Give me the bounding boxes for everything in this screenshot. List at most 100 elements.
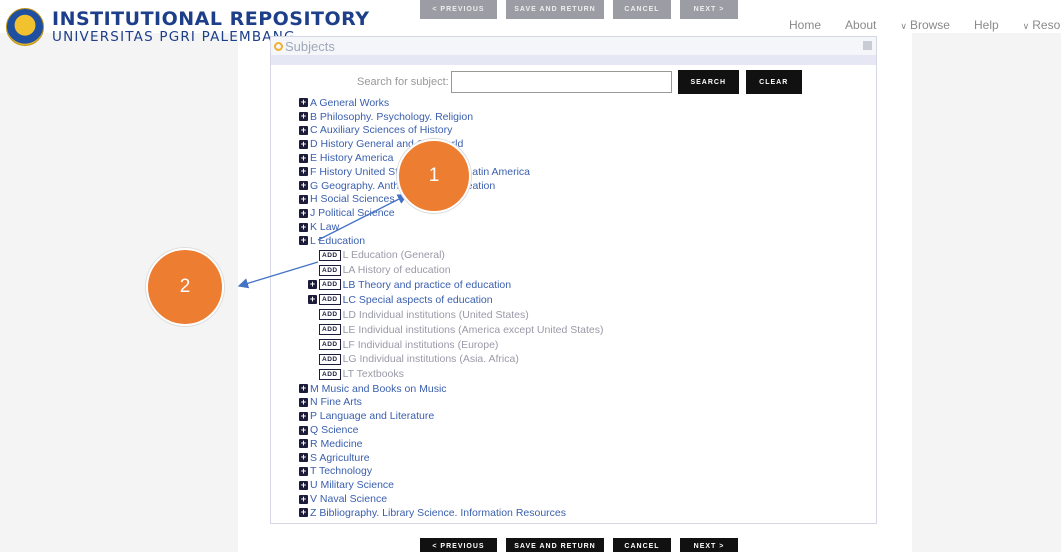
subject-child-row: ADD LG Individual institutions (Asia. Afr… — [299, 352, 603, 367]
expand-icon[interactable]: + — [299, 181, 308, 191]
subject-child-label: LA History of education — [342, 264, 451, 277]
nav-item[interactable]: About — [845, 18, 876, 32]
subject-link[interactable]: P Language and Literature — [310, 410, 434, 422]
nav-item[interactable]: ∨Resour — [1023, 18, 1061, 32]
add-button[interactable]: ADD — [319, 339, 341, 351]
subject-child-row: ADD LE Individual institutions (America e… — [299, 322, 603, 337]
subject-link[interactable]: C Auxiliary Sciences of History — [310, 124, 452, 136]
expand-icon[interactable]: + — [299, 466, 308, 476]
subject-link[interactable]: U Military Science — [310, 479, 394, 491]
chevron-down-icon: ∨ — [1022, 21, 1030, 31]
expand-icon[interactable]: + — [299, 508, 308, 518]
subject-link[interactable]: M Music and Books on Music — [310, 383, 447, 395]
subject-link[interactable]: Q Science — [310, 424, 358, 436]
expand-icon[interactable]: + — [308, 280, 317, 290]
cancel-button-bottom[interactable]: CANCEL — [613, 538, 671, 552]
cancel-button[interactable]: CANCEL — [613, 0, 671, 19]
expand-icon[interactable]: + — [299, 425, 308, 435]
subject-row: + R Medicine — [299, 437, 603, 451]
add-button[interactable]: ADD — [319, 368, 341, 380]
nav-item[interactable]: Home — [789, 18, 821, 32]
subject-link[interactable]: J Political Science — [310, 207, 395, 219]
next-button[interactable]: NEXT > — [680, 0, 738, 19]
nav-item-label: Help — [973, 18, 999, 32]
subject-link[interactable]: S Agriculture — [310, 452, 370, 464]
save-and-return-button-bottom[interactable]: SAVE AND RETURN — [506, 538, 604, 552]
subject-row: + C Auxiliary Sciences of History — [299, 124, 603, 138]
previous-button[interactable]: < PREVIOUS — [420, 0, 497, 19]
subject-row: + L Education — [299, 234, 603, 248]
expand-icon[interactable]: + — [299, 112, 308, 122]
subject-row: + Z Bibliography. Library Science. Inform… — [299, 506, 603, 520]
subject-row: + U Military Science — [299, 478, 603, 492]
subject-link[interactable]: A General Works — [310, 97, 389, 109]
subject-link[interactable]: T Technology — [310, 465, 372, 477]
circle-icon — [274, 41, 283, 51]
subject-link[interactable]: V Naval Science — [310, 493, 387, 505]
next-button-bottom[interactable]: NEXT > — [680, 538, 738, 552]
subject-row: + B Philosophy. Psychology. Religion — [299, 110, 603, 124]
nav-item[interactable]: ∨ Browse — [900, 18, 950, 32]
expand-icon[interactable]: + — [299, 397, 308, 407]
subject-link[interactable]: E History America — [310, 152, 393, 164]
expand-icon[interactable]: + — [299, 236, 308, 246]
help-icon[interactable] — [863, 41, 872, 50]
callout-2: 2 — [146, 248, 224, 326]
subject-row: + K Law — [299, 220, 603, 234]
expand-icon[interactable]: + — [299, 208, 308, 218]
expand-icon[interactable]: + — [299, 384, 308, 394]
save-and-return-button[interactable]: SAVE AND RETURN — [506, 0, 604, 19]
subjects-panel: Subjects Search for subject: SEARCH CLEA… — [270, 36, 877, 524]
top-nav: Home About ∨Browse Help ∨Resour — [789, 18, 1061, 32]
subject-child-row: ADD L Education (General) — [299, 248, 603, 263]
expand-icon[interactable]: + — [299, 153, 308, 163]
subject-child-label[interactable]: LC Special aspects of education — [343, 294, 493, 306]
add-button[interactable]: ADD — [319, 279, 341, 291]
expand-icon[interactable]: + — [299, 480, 308, 490]
expand-icon[interactable]: + — [299, 139, 308, 149]
subject-link[interactable]: L Education — [310, 235, 365, 247]
subject-link[interactable]: H Social Sciences — [310, 193, 395, 205]
expand-icon[interactable]: + — [299, 439, 308, 449]
add-button[interactable]: ADD — [319, 353, 341, 365]
expand-icon[interactable]: + — [299, 167, 308, 177]
panel-strip — [271, 55, 876, 65]
subject-link[interactable]: B Philosophy. Psychology. Religion — [310, 111, 473, 123]
chevron-down-icon: ∨ — [900, 21, 907, 31]
expand-icon[interactable]: + — [299, 222, 308, 232]
subject-child-label: LF Individual institutions (Europe) — [342, 338, 499, 351]
subject-child-label: LE Individual institutions (America exce… — [342, 323, 604, 336]
add-button[interactable]: ADD — [319, 294, 341, 306]
subject-child-label[interactable]: LB Theory and practice of education — [343, 279, 512, 291]
previous-button-bottom[interactable]: < PREVIOUS — [420, 538, 497, 552]
subject-child-row: ADD LT Textbooks — [299, 367, 603, 382]
search-button[interactable]: SEARCH — [677, 70, 739, 94]
subject-child-label: LT Textbooks — [342, 368, 404, 381]
expand-icon[interactable]: + — [299, 411, 308, 421]
expand-icon[interactable]: + — [299, 194, 308, 204]
subject-row: + V Naval Science — [299, 492, 603, 506]
subject-link[interactable]: N Fine Arts — [310, 396, 362, 408]
expand-icon[interactable]: + — [299, 125, 308, 135]
search-label: Search for subject: — [357, 76, 449, 88]
expand-icon[interactable]: + — [299, 98, 308, 108]
subject-link[interactable]: K Law — [310, 221, 339, 233]
nav-item[interactable]: Help — [974, 18, 999, 32]
subject-row: + A General Works — [299, 96, 603, 110]
subject-child-label: L Education (General) — [342, 249, 445, 262]
expand-icon[interactable]: + — [299, 453, 308, 463]
add-button[interactable]: ADD — [319, 249, 341, 261]
add-button[interactable]: ADD — [319, 264, 341, 276]
top-button-bar: < PREVIOUS SAVE AND RETURN CANCEL NEXT > — [420, 0, 738, 19]
add-button[interactable]: ADD — [319, 324, 341, 336]
subject-link[interactable]: Z Bibliography. Library Science. Informa… — [310, 507, 566, 519]
subject-search: Search for subject: SEARCH CLEAR — [357, 70, 802, 94]
clear-button[interactable]: CLEAR — [745, 70, 802, 94]
add-button[interactable]: ADD — [319, 309, 341, 321]
expand-icon[interactable]: + — [299, 494, 308, 504]
callout-1: 1 — [397, 139, 471, 213]
search-input[interactable] — [450, 71, 672, 93]
expand-icon[interactable]: + — [308, 295, 317, 305]
subject-row: + M Music and Books on Music — [299, 382, 603, 396]
subject-link[interactable]: R Medicine — [310, 438, 363, 450]
